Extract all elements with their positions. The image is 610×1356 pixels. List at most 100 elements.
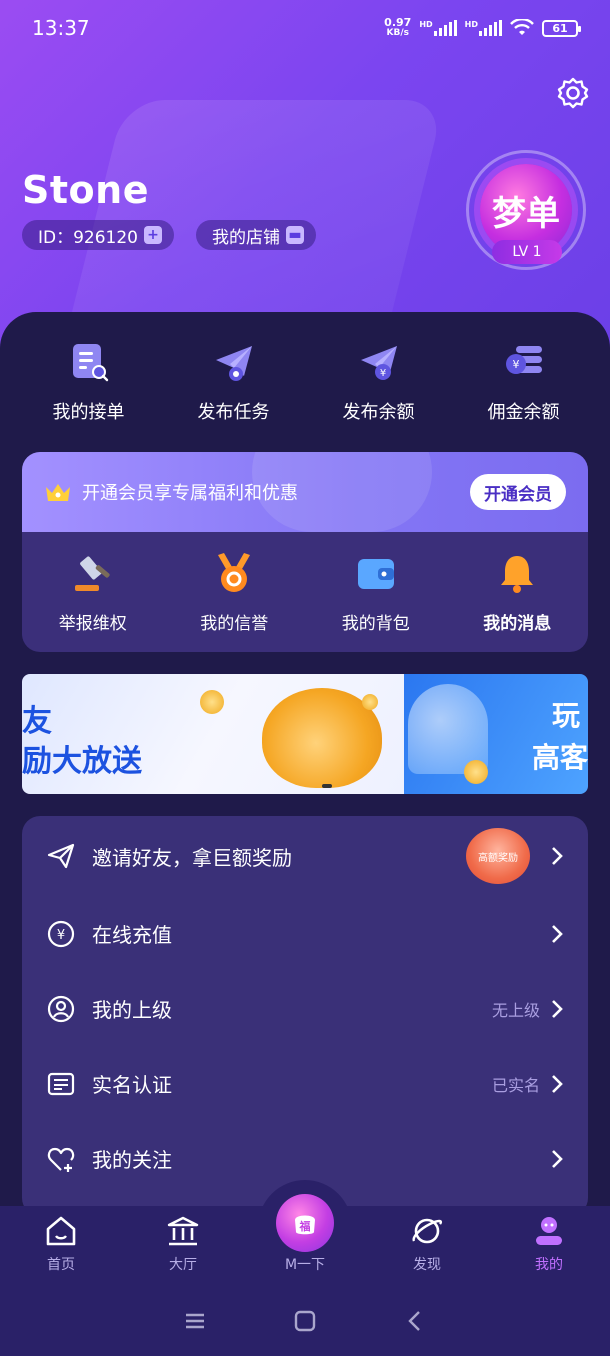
shop-icon: ▬ [286,226,304,244]
crown-icon [46,484,70,501]
banner-text-line2: 高客 [531,741,588,774]
tab-label: 首页 [47,1257,75,1273]
menu-label: 实名认证 [92,1073,172,1097]
menu-item-realname[interactable]: 实名认证 已实名 [22,1046,588,1121]
yuan-circle-icon: ¥ [47,920,75,947]
svg-text:¥: ¥ [379,368,385,379]
copy-id-icon[interactable]: + [144,226,162,244]
battery-level: 61 [552,21,568,35]
banner-slide-play: 玩 高客 [404,674,588,794]
back-icon[interactable] [403,1309,427,1333]
my-shop-label: 我的店铺 [212,227,280,248]
user-id-label: ID：926120 [38,227,138,248]
fu-center-button[interactable]: 福 [276,1194,334,1252]
vip-banner[interactable]: 开通会员享专属福利和优惠 开通会员 [22,452,588,532]
vip-promo-text: 开通会员享专属福利和优惠 [82,483,298,504]
wifi-icon [510,19,534,35]
svg-text:¥: ¥ [57,928,65,943]
menu-item-invite[interactable]: 邀请好友，拿巨额奖励 高额奖励 [22,816,588,896]
user-id-pill[interactable]: ID：926120 + [22,220,174,250]
quick-action-label: 我的接单 [52,402,125,423]
tab-label: 我的 [535,1257,563,1273]
chevron-right-icon [552,847,563,865]
promo-banner[interactable]: 友 励大放送 玩 高客 [22,674,588,794]
menu-item-recharge[interactable]: ¥ 在线充值 [22,896,588,971]
tab-hall[interactable]: 大厅 [122,1206,244,1286]
tab-mine[interactable]: 我的 [488,1206,610,1286]
home-square-icon[interactable] [293,1309,317,1333]
feature-label: 我的信誉 [200,613,269,634]
feature-messages[interactable]: 我的消息 [447,551,589,634]
user-circle-icon [47,995,75,1022]
signal-bars-icon-2 [479,20,502,36]
tab-home[interactable]: 首页 [0,1206,122,1286]
banner-text-line1: 玩 [551,699,580,732]
feature-credit[interactable]: 我的信誉 [164,551,306,634]
my-shop-pill[interactable]: 我的店铺 ▬ [196,220,316,250]
order-list-icon [72,344,108,382]
username: Stone [22,168,149,212]
quick-action-publish-task[interactable]: 发布任务 [161,340,306,424]
net-speed-unit: KB/s [386,28,409,38]
hd-label-2: HD [464,20,478,29]
quick-action-label: 发布任务 [197,402,270,423]
banner-text-line1: 友 [22,704,52,739]
banner-slide-invite: 友 励大放送 [22,674,404,794]
menu-value: 无上级 [491,1000,540,1020]
net-speed-value: 0.97 [384,16,412,29]
signal-2: HD [465,20,502,36]
quick-action-commission-balance[interactable]: ¥ 佣金余额 [451,340,596,424]
system-navbar [0,1286,610,1356]
fu-glyph: 福 [299,1219,311,1233]
paper-plane-yuan-icon: ¥ [360,346,397,380]
profile-icon [536,1217,562,1245]
signal-1: HD [419,20,457,36]
menu-label: 在线充值 [92,923,172,947]
feature-label: 举报维权 [58,613,127,634]
status-indicators: 0.97 KB/s HD HD 61 [384,16,581,38]
paper-plane-icon [215,346,252,381]
quick-action-my-orders[interactable]: 我的接单 [16,340,161,424]
chevron-right-icon [552,924,563,943]
gavel-icon [74,556,110,591]
coin-illustration [200,690,224,714]
tab-label: M一下 [284,1257,326,1273]
feature-report[interactable]: 举报维权 [22,551,164,634]
chevron-right-icon [552,1074,563,1093]
open-vip-button[interactable]: 开通会员 [470,474,566,510]
coin-illustration [362,694,378,710]
hall-icon [167,1216,199,1246]
banner-text-line2: 励大放送 [22,744,142,779]
wallet-icon [357,558,394,589]
heart-plus-icon [47,1147,75,1172]
quick-action-label: 佣金余额 [487,402,560,423]
coin-illustration [464,760,488,784]
settings-gear-icon[interactable] [556,76,590,110]
avatar[interactable]: 梦单 LV 1 [466,150,586,270]
quick-action-label: 发布余额 [342,402,415,423]
feature-label: 我的背包 [341,613,410,634]
svg-text:¥: ¥ [512,358,519,371]
feature-backpack[interactable]: 我的背包 [305,551,447,634]
level-badge: LV 1 [492,240,562,264]
tab-discover[interactable]: 发现 [366,1206,488,1286]
status-bar: 13:37 0.97 KB/s HD HD 61 [0,0,610,56]
banner-indicator [322,784,332,788]
menu-icon[interactable] [183,1309,207,1333]
quick-action-publish-balance[interactable]: ¥ 发布余额 [306,340,451,424]
chevron-right-icon [552,999,563,1018]
reward-badge-icon: 高额奖励 [466,828,530,884]
feature-label: 我的消息 [483,613,552,634]
hd-label-1: HD [419,20,433,29]
chevron-right-icon [552,1149,563,1168]
quick-actions: 我的接单 发布任务 ¥ 发布余额 ¥ 佣金余额 [0,340,610,424]
tab-label: 大厅 [169,1257,197,1273]
vip-features: 举报维权 我的信誉 我的背包 我的消息 [22,532,588,652]
net-speed: 0.97 KB/s [384,16,412,38]
send-icon [47,843,75,869]
menu-item-superior[interactable]: 我的上级 无上级 [22,971,588,1046]
fu-icon: 福 [295,1215,315,1235]
id-card-icon [47,1072,75,1095]
menu-label: 我的关注 [92,1148,172,1172]
battery-icon: 61 [542,19,581,37]
